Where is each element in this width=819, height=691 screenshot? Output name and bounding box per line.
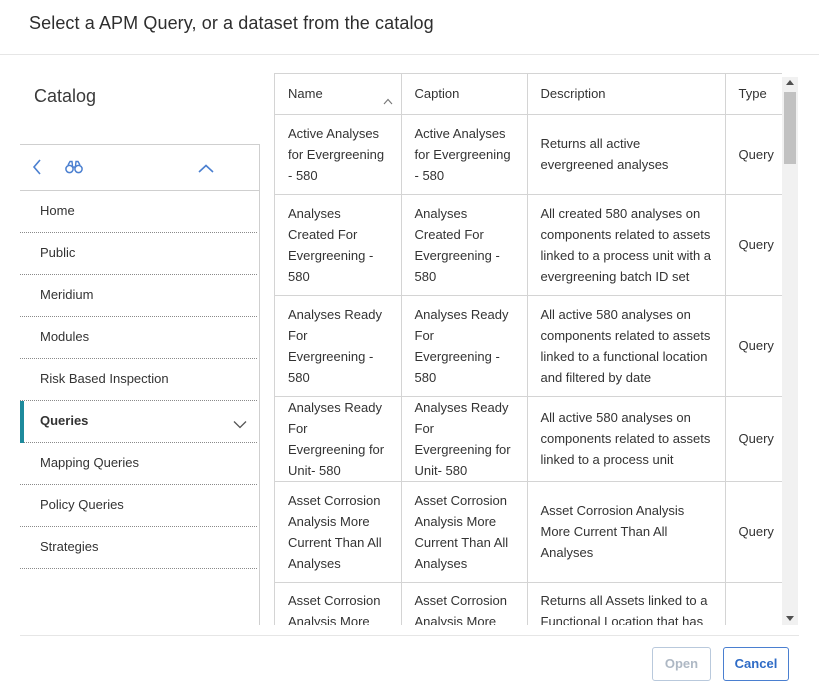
table-row[interactable]: Analyses Ready For Evergreening - 580 An… bbox=[275, 295, 782, 397]
catalog-toolbar bbox=[20, 144, 260, 191]
cell-type: Query bbox=[725, 582, 782, 625]
catalog-item-meridium[interactable]: Meridium bbox=[20, 275, 257, 317]
dialog-header: Select a APM Query, or a dataset from th… bbox=[0, 0, 819, 55]
cell-name: Active Analyses for Evergreening - 580 bbox=[275, 114, 402, 195]
catalog-item-queries[interactable]: Queries bbox=[20, 401, 257, 443]
catalog-item-strategies[interactable]: Strategies bbox=[20, 527, 257, 569]
cancel-button[interactable]: Cancel bbox=[723, 647, 789, 681]
chevron-up-icon[interactable] bbox=[198, 161, 214, 179]
catalog-item-label: Mapping Queries bbox=[40, 455, 139, 470]
cell-caption: Analyses Ready For Evergreening - 580 bbox=[401, 295, 528, 397]
cell-description: Returns all active evergreened analyses bbox=[527, 114, 726, 195]
scrollbar-thumb[interactable] bbox=[784, 92, 796, 164]
column-header-label: Caption bbox=[414, 86, 460, 102]
catalog-item-label: Modules bbox=[40, 329, 90, 344]
catalog-item-label: Home bbox=[40, 203, 75, 218]
query-table-container: Name Caption Description Type Active Ana… bbox=[274, 73, 782, 625]
cell-name: Analyses Created For Evergreening - 580 bbox=[275, 194, 402, 296]
catalog-title: Catalog bbox=[34, 86, 97, 106]
cell-description: All active 580 analyses on components re… bbox=[527, 295, 726, 397]
column-header-type[interactable]: Type bbox=[725, 74, 782, 115]
catalog-item-label: Public bbox=[40, 245, 76, 260]
table-row[interactable]: Analyses Created For Evergreening - 580 … bbox=[275, 194, 782, 296]
cell-caption: Analyses Ready For Evergreening for Unit… bbox=[401, 396, 528, 482]
cell-description: Asset Corrosion Analysis More Current Th… bbox=[527, 481, 726, 583]
chevron-down-icon[interactable] bbox=[233, 416, 247, 434]
cell-name: Asset Corrosion Analysis More Current Th… bbox=[275, 481, 402, 583]
catalog-item-home[interactable]: Home bbox=[20, 191, 257, 233]
binoculars-icon[interactable] bbox=[65, 160, 83, 179]
column-header-description[interactable]: Description bbox=[527, 74, 726, 115]
cell-caption: Active Analyses for Evergreening - 580 bbox=[401, 114, 528, 195]
scroll-down-arrow-icon[interactable] bbox=[786, 616, 794, 621]
cell-caption: Asset Corrosion Analysis More Current Th… bbox=[401, 481, 528, 583]
table-row[interactable]: Asset Corrosion Analysis More Asset Corr… bbox=[275, 582, 782, 625]
catalog-item-public[interactable]: Public bbox=[20, 233, 257, 275]
catalog-item-modules[interactable]: Modules bbox=[20, 317, 257, 359]
footer-divider bbox=[20, 635, 799, 636]
cell-caption: Asset Corrosion Analysis More bbox=[401, 582, 528, 625]
open-button[interactable]: Open bbox=[652, 647, 711, 681]
dialog-title: Select a APM Query, or a dataset from th… bbox=[29, 13, 434, 33]
scroll-up-arrow-icon[interactable] bbox=[786, 80, 794, 85]
cell-type: Query bbox=[725, 194, 782, 296]
cell-type: Query bbox=[725, 114, 782, 195]
catalog-item-label: Strategies bbox=[40, 539, 99, 554]
table-row[interactable]: Asset Corrosion Analysis More Current Th… bbox=[275, 481, 782, 583]
table-header-row: Name Caption Description Type bbox=[275, 74, 782, 115]
catalog-item-policy-queries[interactable]: Policy Queries bbox=[20, 485, 257, 527]
column-header-label: Type bbox=[738, 86, 767, 102]
catalog-item-mapping-queries[interactable]: Mapping Queries bbox=[20, 443, 257, 485]
catalog-item-label: Queries bbox=[40, 413, 89, 428]
column-header-label: Description bbox=[540, 86, 606, 102]
cell-type: Query bbox=[725, 396, 782, 482]
catalog-item-label: Risk Based Inspection bbox=[40, 371, 169, 386]
cell-name: Asset Corrosion Analysis More bbox=[275, 582, 402, 625]
chevron-left-icon[interactable] bbox=[32, 158, 42, 181]
cell-type: Query bbox=[725, 481, 782, 583]
catalog-list: Home Public Meridium Modules Risk Based … bbox=[20, 191, 260, 625]
column-header-name[interactable]: Name bbox=[275, 74, 402, 115]
sort-ascending-icon bbox=[383, 90, 393, 111]
catalog-item-risk-based-inspection[interactable]: Risk Based Inspection bbox=[20, 359, 257, 401]
cell-description: All active 580 analyses on components re… bbox=[527, 396, 726, 482]
column-header-label: Name bbox=[288, 86, 323, 102]
cell-description: Returns all Assets linked to a Functiona… bbox=[527, 582, 726, 625]
table-vertical-scrollbar[interactable] bbox=[782, 77, 798, 625]
cell-name: Analyses Ready For Evergreening for Unit… bbox=[275, 396, 402, 482]
table-row[interactable]: Active Analyses for Evergreening - 580 A… bbox=[275, 114, 782, 195]
catalog-item-label: Meridium bbox=[40, 287, 94, 302]
cell-name: Analyses Ready For Evergreening - 580 bbox=[275, 295, 402, 397]
cell-description: All created 580 analyses on components r… bbox=[527, 194, 726, 296]
cell-caption: Analyses Created For Evergreening - 580 bbox=[401, 194, 528, 296]
catalog-item-label: Policy Queries bbox=[40, 497, 124, 512]
table-row[interactable]: Analyses Ready For Evergreening for Unit… bbox=[275, 396, 782, 482]
query-table: Name Caption Description Type Active Ana… bbox=[275, 74, 782, 625]
cell-type: Query bbox=[725, 295, 782, 397]
column-header-caption[interactable]: Caption bbox=[401, 74, 528, 115]
select-query-dialog: Select a APM Query, or a dataset from th… bbox=[0, 0, 819, 691]
